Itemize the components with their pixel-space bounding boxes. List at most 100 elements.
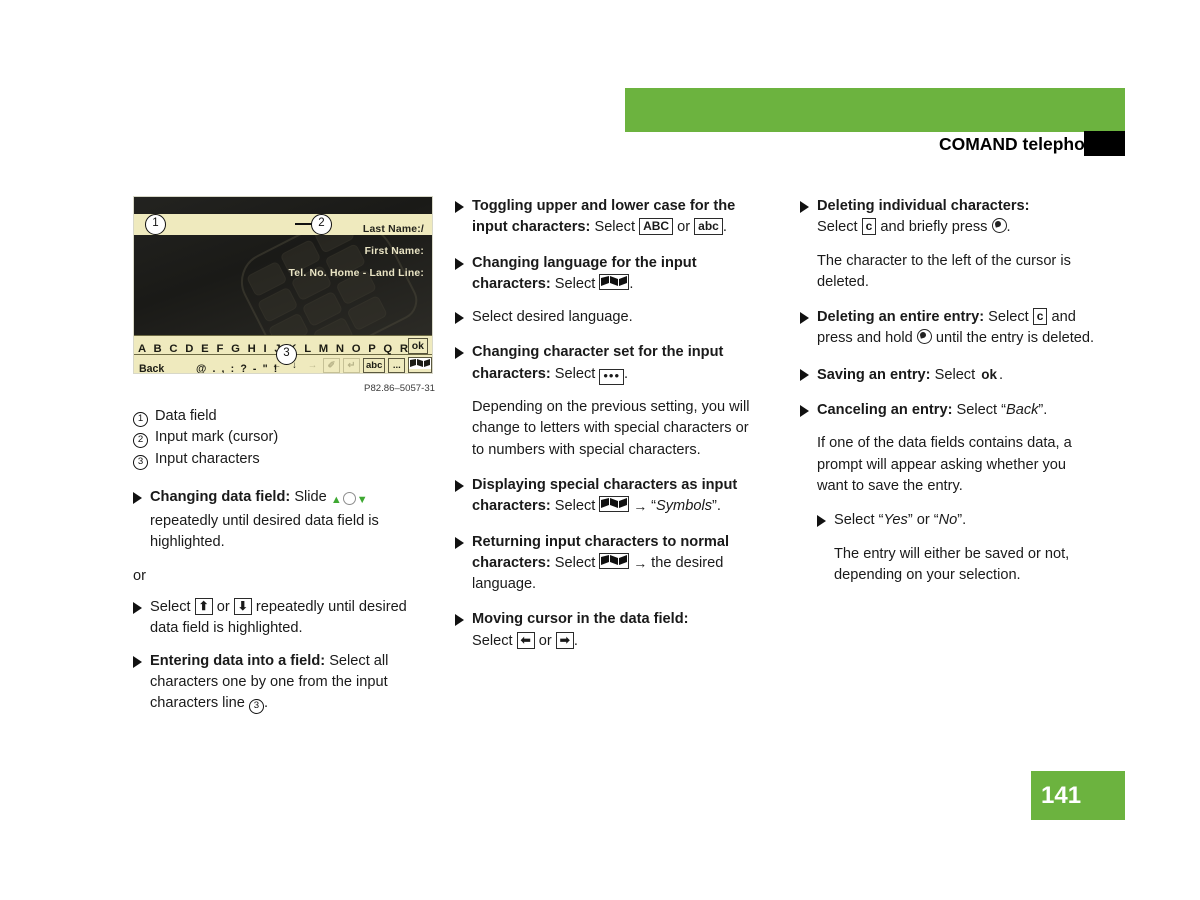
toggling-case-tail: . <box>722 219 727 236</box>
right-column: Deleting individual characters: Select c… <box>800 196 1100 586</box>
instruction-returning-characters: Returning input characters to normal cha… <box>455 532 755 596</box>
canceling-entry-mid: Select “ <box>952 402 1006 419</box>
instruction-entering-data: Entering data into a field: Select all c… <box>133 651 436 715</box>
yes-no-mid: ” or “ <box>907 512 939 529</box>
bullet-triangle-icon <box>455 257 464 270</box>
figure-legend: 1 Data field 2 Input mark (cursor) 3 Inp… <box>133 406 436 470</box>
instruction-changing-data-field: Changing data field: Slide ▲ ▼ repeatedly… <box>133 487 436 554</box>
figure-caption: P82.86–5057-31 <box>364 383 435 394</box>
changing-language-tail: . <box>629 275 634 292</box>
yes-no-suffix: ”. <box>957 512 967 529</box>
select-language-text: Select desired language. <box>472 309 633 326</box>
instruction-deleting-individual: Deleting individual characters: Select c… <box>800 196 1100 239</box>
entering-data-ref-3: 3 <box>248 699 264 715</box>
abc-lowercase-key-icon[interactable]: abc <box>694 218 723 236</box>
yes-option[interactable]: Yes <box>883 512 907 528</box>
charset-note: Depending on the previous setting, you w… <box>472 399 750 458</box>
comand-display-figure: Last Name:/ First Name: Tel. No. Home - … <box>133 196 435 394</box>
instruction-select-arrows: Select ⬆ or ⬇ repeatedly until desired d… <box>133 597 436 640</box>
or-separator: or <box>133 567 146 584</box>
page-number-value: 141 <box>1041 782 1082 809</box>
bullet-triangle-icon <box>455 614 464 627</box>
edit-icon[interactable]: ✐ <box>323 357 340 373</box>
language-flag-icon[interactable] <box>599 273 630 290</box>
canceling-note: If one of the data fields contains data,… <box>817 435 1072 494</box>
saving-entry-label: Saving an entry: <box>817 366 931 383</box>
language-flag-icon[interactable] <box>599 496 630 513</box>
page-title: Control systems <box>1000 10 1163 33</box>
legend-label-3: Input characters <box>155 450 260 467</box>
canceling-entry-menu-name: Back <box>1005 402 1039 419</box>
arrow-left-key-icon[interactable]: ⬅ <box>516 631 535 649</box>
moving-cursor-label: Moving cursor in the data field: <box>472 611 689 628</box>
instruction-moving-cursor: Moving cursor in the data field: Select … <box>455 609 755 652</box>
enter-icon[interactable]: ↵ <box>343 357 360 373</box>
screen-field-tel-home-label: Tel. No. Home - Land Line: <box>288 268 424 279</box>
bullet-triangle-icon <box>800 201 809 213</box>
changing-language-mid: Select <box>550 275 600 292</box>
moving-cursor-mid: Select <box>472 632 517 649</box>
yes-no-prefix: Select “ <box>834 512 884 529</box>
left-column: Last Name:/ First Name: Tel. No. Home - … <box>133 196 436 715</box>
special-chars-menu-name: Symbols <box>656 498 712 515</box>
screen-field-last-name-label: Last Name:/ <box>362 224 424 235</box>
abc-icon[interactable]: abc <box>363 357 386 373</box>
screen-dark-area: Last Name:/ First Name: Tel. No. Home - … <box>134 197 432 335</box>
screen-ok-key[interactable]: ok <box>407 338 428 354</box>
bullet-triangle-icon <box>133 655 142 668</box>
changing-data-field-post: repeatedly until desired data field is h… <box>150 513 379 551</box>
canceling-entry-tail: ”. <box>1038 402 1048 419</box>
ellipsis-dots-key-icon[interactable]: ••• <box>599 368 625 385</box>
arrow-up-key-icon[interactable]: ⬆ <box>194 598 213 616</box>
ellipsis-icon[interactable]: ... <box>388 357 406 373</box>
legend-number-3: 3 <box>133 454 148 470</box>
language-flag-icon[interactable] <box>599 552 630 569</box>
header-black-marker <box>1084 131 1125 156</box>
legend-number-1: 1 <box>133 412 148 427</box>
language-flag-icon[interactable] <box>408 357 432 373</box>
returning-chars-mid: Select <box>550 554 600 571</box>
legend-number-2: 2 <box>133 433 148 449</box>
abc-uppercase-key-icon[interactable]: ABC <box>639 218 674 236</box>
arrow-right-key-icon[interactable]: ➡ <box>555 631 574 649</box>
deleting-entire-tail: until the entry is deleted. <box>931 330 1095 347</box>
deleting-individual-mid: Select <box>817 219 862 236</box>
callout-2: 2 <box>311 214 332 235</box>
bullet-triangle-icon <box>133 491 142 504</box>
slide-up-down-icon: ▲ ▼ <box>330 491 368 506</box>
changing-charset-mid: Select <box>550 365 600 382</box>
clear-key-icon[interactable]: c <box>861 218 877 236</box>
deleting-individual-note: The character to the left of the cursor … <box>817 252 1071 290</box>
press-knob-icon <box>991 218 1007 234</box>
instruction-deleting-entire: Deleting an entire entry: Select c and p… <box>800 307 1100 350</box>
arrow-down-key-icon[interactable]: ⬇ <box>233 598 252 616</box>
screen-back-button[interactable]: Back <box>139 359 164 373</box>
bullet-triangle-icon <box>800 368 809 381</box>
special-chars-arrow: → <box>629 498 652 515</box>
legend-item-3: 3 Input characters <box>133 449 436 470</box>
header-green-band <box>625 88 1125 132</box>
select-arrows-prefix: Select <box>150 599 195 616</box>
screen-field-last-name[interactable]: Last Name:/ <box>134 214 432 235</box>
instruction-toggling-case: Toggling upper and lower case for the in… <box>455 196 755 239</box>
legend-item-2: 2 Input mark (cursor) <box>133 427 436 449</box>
legend-label-2: Input mark (cursor) <box>155 429 279 446</box>
deleting-individual-mid2: and briefly press <box>876 219 992 236</box>
no-option[interactable]: No <box>939 512 958 528</box>
screen-field-first-name-label: First Name: <box>364 246 424 257</box>
bullet-triangle-icon <box>800 405 809 418</box>
changing-charset-tail: . <box>624 365 629 382</box>
clear-key-icon[interactable]: c <box>1032 308 1048 326</box>
screen-punctuation-row[interactable]: @ . , : ? - " ! <box>196 359 279 373</box>
bullet-triangle-icon <box>455 347 464 360</box>
saving-entry-tail: . <box>998 366 1004 383</box>
instruction-changing-charset: Changing character set for the input cha… <box>455 342 755 385</box>
ok-key-icon[interactable]: ok <box>979 364 999 385</box>
deleting-entire-label: Deleting an entire entry: <box>817 309 985 326</box>
special-chars-mid: Select <box>550 498 600 515</box>
returning-chars-arrow: → <box>629 554 652 571</box>
callout-1: 1 <box>145 214 166 235</box>
deleting-individual-tail: . <box>1006 219 1011 236</box>
instruction-yes-no: Select “Yes” or “No”. <box>817 510 1100 531</box>
cursor-right-icon[interactable]: → <box>305 359 320 372</box>
